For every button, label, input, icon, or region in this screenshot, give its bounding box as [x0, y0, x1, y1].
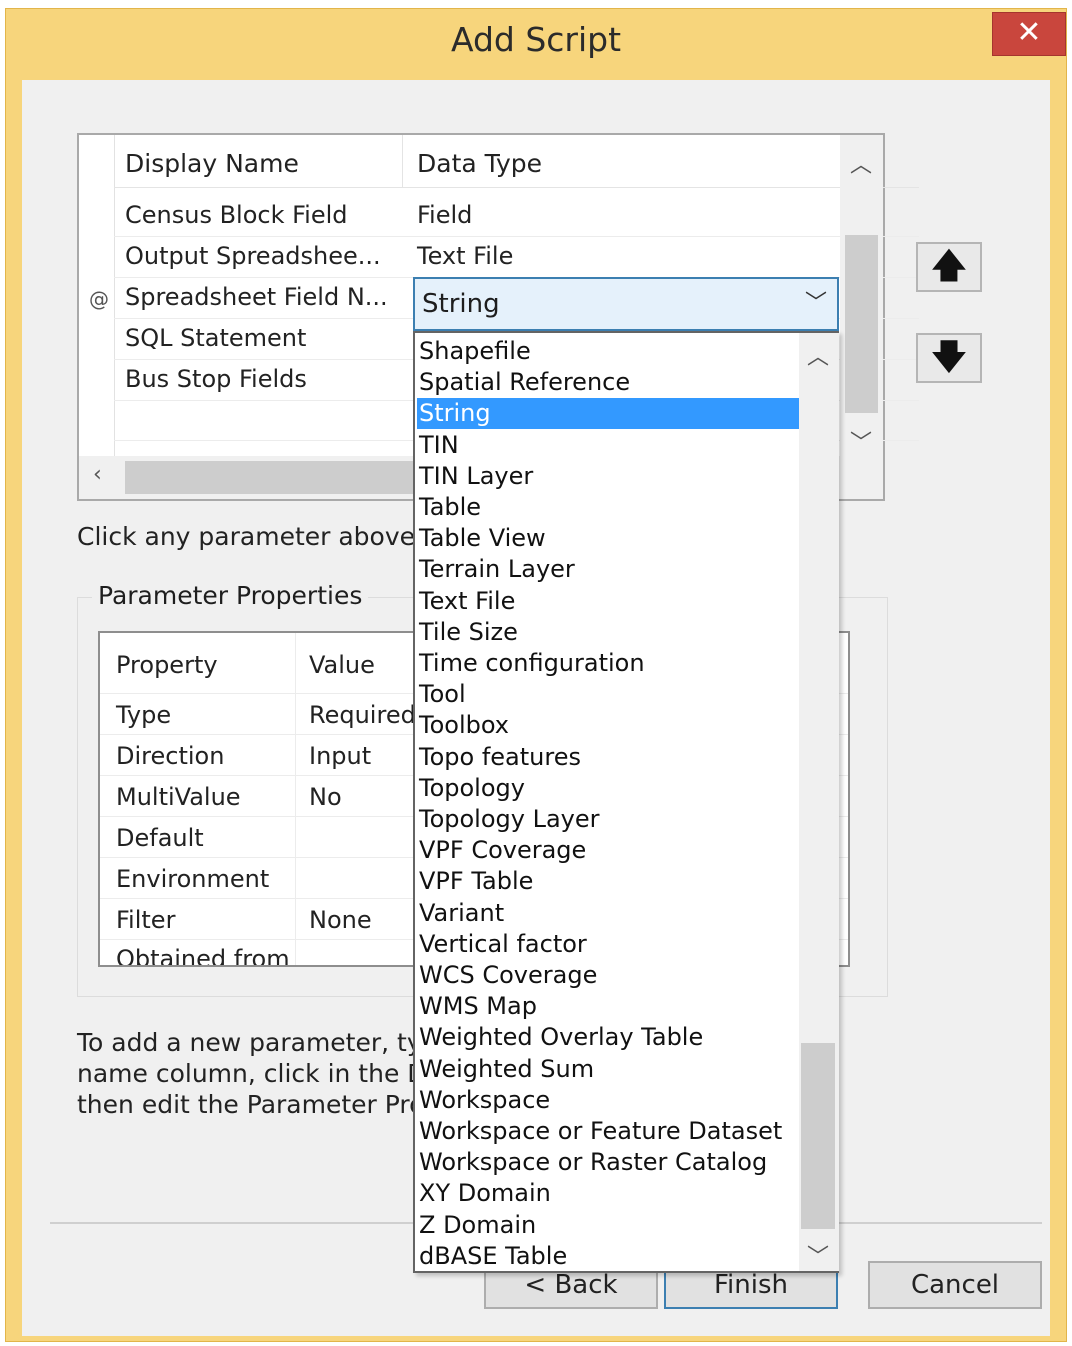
- data-type-combobox[interactable]: String ﹀: [413, 277, 839, 331]
- scroll-left-icon[interactable]: ‹: [93, 462, 102, 487]
- dropdown-option[interactable]: Vertical factor: [417, 929, 799, 960]
- param-type-cell[interactable]: Field: [417, 201, 472, 229]
- column-separator: [402, 135, 403, 187]
- column-header-data-type[interactable]: Data Type: [417, 149, 542, 178]
- dropdown-option[interactable]: Workspace or Raster Catalog: [417, 1147, 799, 1178]
- dropdown-option[interactable]: Z Domain: [417, 1210, 799, 1241]
- param-name-cell[interactable]: Bus Stop Fields: [125, 365, 307, 393]
- dropdown-option[interactable]: WCS Coverage: [417, 960, 799, 991]
- scroll-down-icon[interactable]: ﹀: [807, 1239, 829, 1271]
- arrow-down-icon: 🡇: [931, 337, 967, 377]
- parameter-properties-label: Parameter Properties: [92, 581, 369, 610]
- property-value[interactable]: No: [309, 783, 342, 811]
- dropdown-option[interactable]: Time configuration: [417, 648, 799, 679]
- property-name: Direction: [116, 742, 225, 770]
- property-name: Filter: [116, 906, 176, 934]
- dropdown-option[interactable]: Topo features: [417, 742, 799, 773]
- column-separator: [295, 633, 296, 965]
- param-name-cell[interactable]: Output Spreadshee...: [125, 242, 381, 270]
- arrow-up-icon: 🡅: [931, 246, 967, 286]
- grid-vertical-scroll-thumb[interactable]: [845, 235, 878, 413]
- grid-horizontal-scroll-thumb[interactable]: [125, 461, 425, 494]
- dropdown-option[interactable]: Variant: [417, 898, 799, 929]
- param-name-cell[interactable]: Census Block Field: [125, 201, 348, 229]
- current-row-marker: @: [89, 287, 109, 311]
- combo-value: String: [422, 289, 500, 319]
- param-name-cell[interactable]: Spreadsheet Field N...: [125, 283, 388, 311]
- dropdown-option[interactable]: Workspace or Feature Dataset: [417, 1116, 799, 1147]
- scroll-up-icon[interactable]: ︿: [807, 339, 829, 371]
- dropdown-option[interactable]: XY Domain: [417, 1178, 799, 1209]
- chevron-down-icon[interactable]: ﹀: [805, 279, 827, 329]
- dropdown-option[interactable]: Tool: [417, 679, 799, 710]
- row-divider: [114, 236, 919, 237]
- instructions-line: then edit the Parameter Prop: [77, 1090, 441, 1119]
- dropdown-option[interactable]: dBASE Table: [417, 1241, 799, 1272]
- dropdown-option[interactable]: Tile Size: [417, 617, 799, 648]
- dropdown-option[interactable]: Table View: [417, 523, 799, 554]
- dropdown-option[interactable]: Workspace: [417, 1085, 799, 1116]
- dropdown-option[interactable]: Toolbox: [417, 710, 799, 741]
- dropdown-option[interactable]: Topology: [417, 773, 799, 804]
- dropdown-option[interactable]: Table: [417, 492, 799, 523]
- dropdown-option[interactable]: Terrain Layer: [417, 554, 799, 585]
- property-name: Default: [116, 824, 204, 852]
- param-type-cell[interactable]: Text File: [417, 242, 513, 270]
- dropdown-option[interactable]: Spatial Reference: [417, 367, 799, 398]
- dropdown-option[interactable]: VPF Table: [417, 866, 799, 897]
- close-button[interactable]: ✕: [992, 12, 1066, 56]
- property-name: MultiValue: [116, 783, 241, 811]
- header-separator: [114, 187, 919, 188]
- dropdown-option[interactable]: Shapefile: [417, 336, 799, 367]
- move-down-button[interactable]: 🡇: [916, 333, 982, 383]
- cancel-button[interactable]: Cancel: [868, 1261, 1042, 1309]
- data-type-dropdown-list[interactable]: Shapefile Spatial Reference String TIN TIN L…: [413, 331, 839, 1273]
- property-name: Obtained from: [116, 945, 290, 967]
- property-name: Environment: [116, 865, 270, 893]
- window-title: Add Script: [450, 20, 622, 59]
- property-value[interactable]: None: [309, 906, 372, 934]
- close-icon: ✕: [1016, 15, 1042, 50]
- dropdown-option[interactable]: String: [417, 398, 799, 430]
- property-value[interactable]: Required: [309, 701, 416, 729]
- scroll-down-icon[interactable]: ﹀: [850, 425, 872, 457]
- dropdown-option[interactable]: VPF Coverage: [417, 835, 799, 866]
- dropdown-scroll-thumb[interactable]: [801, 1043, 835, 1229]
- dropdown-option[interactable]: TIN: [417, 430, 799, 461]
- column-header-display-name[interactable]: Display Name: [125, 149, 299, 178]
- dropdown-option[interactable]: Weighted Sum: [417, 1054, 799, 1085]
- dropdown-option[interactable]: Weighted Overlay Table: [417, 1022, 799, 1053]
- move-up-button[interactable]: 🡅: [916, 242, 982, 292]
- dropdown-option[interactable]: Topology Layer: [417, 804, 799, 835]
- instructions-line: To add a new parameter, typ: [77, 1028, 438, 1057]
- instructions-line: name column, click in the Data: [77, 1059, 467, 1088]
- property-value[interactable]: Input: [309, 742, 371, 770]
- row-header-column: [79, 135, 115, 497]
- parameter-hint: Click any parameter above to: [77, 522, 449, 551]
- dropdown-option[interactable]: WMS Map: [417, 991, 799, 1022]
- property-name: Type: [116, 701, 172, 729]
- dropdown-option[interactable]: Text File: [417, 586, 799, 617]
- dropdown-option[interactable]: TIN Layer: [417, 461, 799, 492]
- param-name-cell[interactable]: SQL Statement: [125, 324, 306, 352]
- property-column-header: Property: [116, 651, 218, 679]
- scroll-up-icon[interactable]: ︿: [850, 147, 872, 179]
- value-column-header: Value: [309, 651, 375, 679]
